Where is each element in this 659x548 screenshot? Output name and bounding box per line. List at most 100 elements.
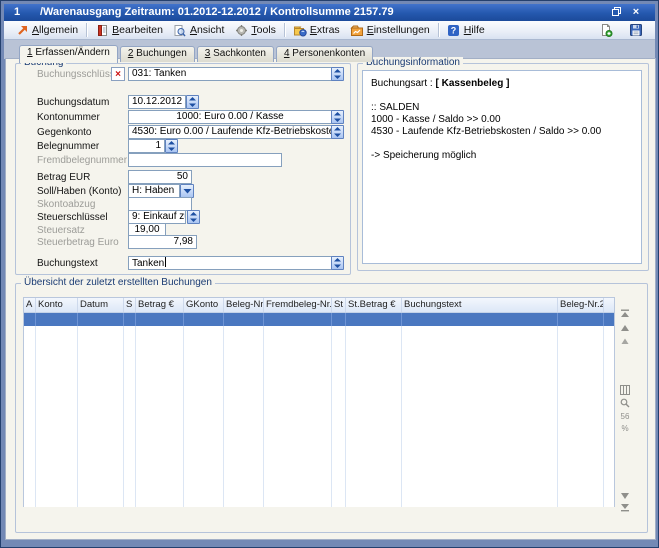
view-magnifier-icon <box>173 23 187 37</box>
column-header-a[interactable]: A <box>24 298 36 312</box>
label-gegenkonto: Gegenkonto <box>37 127 92 138</box>
save-icon[interactable] <box>628 22 644 38</box>
menu-extras[interactable]: Extras <box>288 22 345 38</box>
column-header-fremdbeleg-nr[interactable]: Fremdbeleg-Nr. <box>264 298 332 312</box>
svg-text:?: ? <box>451 25 457 35</box>
belegnummer-spinner[interactable] <box>165 139 178 153</box>
row-up-icon[interactable] <box>618 335 632 347</box>
steuerschluessel-input[interactable]: 9: Einkauf zu <box>128 210 186 224</box>
saldo-line-1000: 1000 - Kasse / Saldo >> 0.00 <box>371 114 633 126</box>
search-icon[interactable] <box>618 397 632 409</box>
column-header-beleg-nr[interactable]: Beleg-Nr. <box>224 298 264 312</box>
scroll-up-icon[interactable] <box>618 322 632 334</box>
steuerschluessel-spinner[interactable] <box>187 210 200 224</box>
column-header-st-betrag[interactable]: St.Betrag € <box>346 298 402 312</box>
label-kontonummer: Kontonummer <box>37 112 100 123</box>
soll-haben-select[interactable]: H: Haben <box>128 184 180 198</box>
scroll-bottom-icon[interactable] <box>618 501 632 513</box>
tab-sachkonten[interactable]: 3 Sachkonten <box>197 46 274 62</box>
kontonummer-input[interactable]: 1000: Euro 0.00 / Kasse <box>128 110 332 124</box>
selected-table-row[interactable] <box>24 313 614 326</box>
buchungsinformation-panel: Buchungsart : [ Kassenbeleg ] :: SALDEN … <box>362 70 642 264</box>
menu-separator <box>86 23 87 37</box>
label-betrag-eur: Betrag EUR <box>37 172 90 183</box>
label-skontoabzug: Skontoabzug <box>37 199 95 210</box>
buchungen-table: A Konto Datum S Betrag € GKonto Beleg-Nr… <box>23 297 615 507</box>
label-buchungsdatum: Buchungsdatum <box>37 97 109 108</box>
menu-separator <box>284 23 285 37</box>
column-header-empty <box>604 298 614 312</box>
tab-strip: 1 Erfassen/Ändern 2 Buchungen 3 Sachkont… <box>19 44 375 62</box>
label-steuersatz: Steuersatz <box>37 225 85 236</box>
buchungsart-line: Buchungsart : [ Kassenbeleg ] <box>371 78 633 90</box>
menu-allgemein[interactable]: Allgemein <box>10 22 83 38</box>
extras-folder-icon <box>293 23 307 37</box>
percent-icon[interactable]: % <box>618 422 632 434</box>
menu-hilfe[interactable]: ? Hilfe <box>442 22 490 38</box>
scroll-top-icon[interactable] <box>618 308 632 320</box>
column-header-s[interactable]: S <box>124 298 136 312</box>
help-icon: ? <box>447 23 461 37</box>
label-steuerbetrag-euro: Steuerbetrag Euro <box>37 237 119 248</box>
menu-bearbeiten[interactable]: Bearbeiten <box>90 22 168 38</box>
tab-erfassen-aendern[interactable]: 1 Erfassen/Ändern <box>19 45 118 63</box>
buchungsschluessel-spinner[interactable] <box>331 67 344 81</box>
clear-buchungsschluessel-icon[interactable]: × <box>111 67 125 81</box>
column-header-betrag[interactable]: Betrag € <box>136 298 184 312</box>
fremdbelegnummer-input[interactable] <box>128 153 282 167</box>
tab-personenkonten[interactable]: 4 Personenkonten <box>276 46 373 62</box>
skontoabzug-input[interactable] <box>128 197 192 211</box>
label-buchungstext: Buchungstext <box>37 258 98 269</box>
buchungsschluessel-input[interactable]: 031: Tanken <box>128 67 332 81</box>
column-header-gkonto[interactable]: GKonto <box>184 298 224 312</box>
title-bar: 1 /Warenausgang Zeitraum: 01.2012-12.201… <box>4 4 655 21</box>
tools-gear-icon <box>234 23 248 37</box>
betrag-eur-input[interactable]: 50 <box>128 170 192 184</box>
buchungstext-input[interactable]: Tanken <box>128 256 332 270</box>
buchungsdatum-input[interactable]: 10.12.2012 /Mo <box>128 95 186 109</box>
menu-separator <box>438 23 439 37</box>
edit-notebook-icon <box>95 23 109 37</box>
buchungsdatum-spinner[interactable] <box>186 95 199 109</box>
menu-ansicht[interactable]: Ansicht <box>168 22 229 38</box>
soll-haben-dropdown-icon[interactable] <box>180 184 194 198</box>
grid-columns-icon[interactable] <box>618 384 632 396</box>
belegnummer-input[interactable]: 1 <box>128 139 165 153</box>
column-header-buchungstext[interactable]: Buchungstext <box>402 298 558 312</box>
count-badge-icon[interactable]: 56 <box>618 410 632 422</box>
menu-tools[interactable]: Tools <box>229 22 281 38</box>
window-number: 1 <box>14 6 20 18</box>
buchungsart-value: [ Kassenbeleg ] <box>436 78 510 89</box>
nav-arrow-icon <box>15 23 29 37</box>
new-document-icon[interactable] <box>598 22 614 38</box>
uebersicht-group-label: Übersicht der zuletzt erstellten Buchung… <box>21 277 215 288</box>
column-header-datum[interactable]: Datum <box>78 298 124 312</box>
settings-folder-icon <box>350 23 364 37</box>
tab-buchungen[interactable]: 2 Buchungen <box>120 46 195 62</box>
label-buchungsschluessel: Buchungsschlüssel <box>37 69 123 80</box>
gegenkonto-spinner[interactable] <box>331 125 344 139</box>
salden-header: :: SALDEN <box>371 102 633 114</box>
column-header-beleg-nr-2[interactable]: Beleg-Nr.2 <box>558 298 604 312</box>
column-header-st[interactable]: St <box>332 298 346 312</box>
steuerbetrag-euro-input[interactable]: 7,98 <box>128 235 197 249</box>
column-header-konto[interactable]: Konto <box>36 298 78 312</box>
gegenkonto-input[interactable]: 4530: Euro 0.00 / Laufende Kfz-Betriebsk… <box>128 125 332 139</box>
saldo-line-4530: 4530 - Laufende Kfz-Betriebskosten / Sal… <box>371 126 633 138</box>
scroll-down-icon[interactable] <box>618 489 632 501</box>
buchungsinformation-group-label: Buchungsinformation <box>363 57 463 68</box>
table-header-row: A Konto Datum S Betrag € GKonto Beleg-Nr… <box>24 298 614 313</box>
close-icon[interactable]: × <box>629 6 643 19</box>
table-body <box>24 326 614 507</box>
label-belegnummer: Belegnummer <box>37 141 99 152</box>
speicherung-status: -> Speicherung möglich <box>371 150 633 162</box>
label-steuerschluessel: Steuerschlüssel <box>37 212 108 223</box>
buchungstext-spinner[interactable] <box>331 256 344 270</box>
restore-icon[interactable] <box>609 6 623 19</box>
kontonummer-spinner[interactable] <box>331 110 344 124</box>
label-fremdbelegnummer: Fremdbelegnummer <box>37 155 127 166</box>
text-caret <box>165 257 166 267</box>
menu-einstellungen[interactable]: Einstellungen <box>345 22 435 38</box>
application-window: 1 /Warenausgang Zeitraum: 01.2012-12.201… <box>0 0 659 548</box>
label-soll-haben: Soll/Haben (Konto) <box>37 186 122 197</box>
